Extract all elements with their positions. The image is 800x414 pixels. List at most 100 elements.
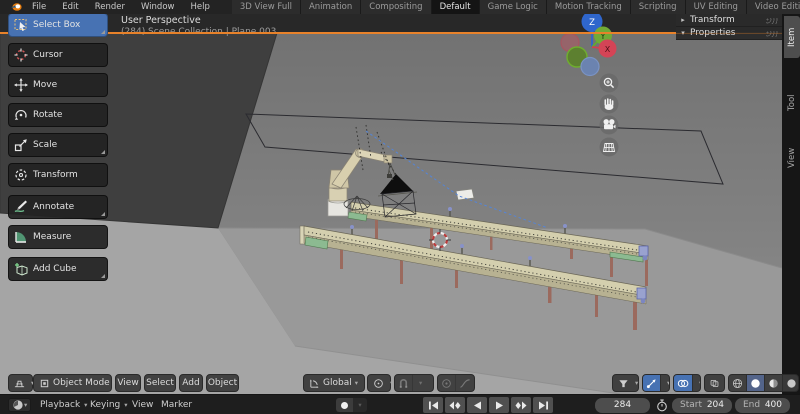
tool-annotate[interactable]: Annotate [8, 195, 108, 219]
proportional-editing-controls[interactable] [437, 374, 475, 392]
previous-keyframe-button[interactable] [445, 397, 465, 413]
pan-button[interactable] [600, 95, 619, 114]
workspace-tabs: 3D View Full Animation Compositing Defau… [232, 0, 800, 14]
ortho-toggle-button[interactable] [600, 138, 619, 157]
sidebar-panel: ▸ Transform ▾ Properties [676, 14, 782, 40]
current-frame-field[interactable]: 284 [595, 398, 650, 413]
tab-animation[interactable]: Animation [301, 0, 361, 14]
panel-transform[interactable]: ▸ Transform [676, 14, 782, 27]
jump-to-start-button[interactable] [423, 397, 443, 413]
view-perspective-label: User Perspective [121, 15, 201, 26]
tool-move[interactable]: Move [8, 73, 108, 97]
gizmo-dropdown[interactable]: ▾ [660, 374, 670, 392]
editor-type-button[interactable]: ▾ [8, 374, 33, 392]
transform-orientation-selector[interactable]: Global ▾ [303, 374, 365, 392]
shading-wireframe-button[interactable] [729, 374, 746, 392]
use-preview-range-toggle[interactable] [656, 398, 668, 412]
next-keyframe-button[interactable] [511, 397, 531, 413]
zoom-button[interactable] [600, 74, 619, 93]
auto-keying-toggle[interactable] [336, 398, 353, 412]
frame-start-field[interactable]: Start 204 [672, 398, 732, 413]
snap-target-dropdown[interactable]: ▾ [412, 374, 425, 392]
show-gizmo-toggle[interactable] [643, 374, 660, 392]
proportional-falloff-icon[interactable] [455, 374, 474, 392]
menu-render[interactable]: Render [95, 2, 125, 12]
select-menu[interactable]: Select [144, 374, 176, 392]
tool-label: Select Box [33, 20, 80, 30]
sidebar-tab-item[interactable]: Item [784, 16, 800, 58]
overlays-icon [677, 378, 689, 389]
tool-cursor[interactable]: Cursor [8, 43, 108, 67]
tool-transform[interactable]: Transform [8, 163, 108, 187]
add-menu[interactable]: Add [179, 374, 203, 392]
tab-uv-editing[interactable]: UV Editing [686, 0, 747, 14]
object-mode-icon [39, 378, 50, 389]
end-label: End [743, 400, 760, 410]
playback-menu[interactable]: Playback ▾ [40, 398, 87, 412]
sidebar-tab-tool[interactable]: Tool [784, 84, 800, 122]
tab-video-editing[interactable]: Video Editing [747, 0, 800, 14]
scale-icon [9, 138, 33, 152]
orientation-label: Global [323, 378, 352, 388]
tab-scripting[interactable]: Scripting [631, 0, 686, 14]
gizmo-icon [646, 378, 657, 389]
camera-view-button[interactable] [600, 116, 619, 135]
tool-measure[interactable]: Measure [8, 225, 108, 249]
tab-default[interactable]: Default [432, 0, 480, 14]
menu-help[interactable]: Help [190, 2, 209, 12]
object-visibility-selector[interactable]: ▾ [612, 374, 639, 392]
annotate-icon [9, 200, 33, 214]
menu-edit[interactable]: Edit [62, 2, 78, 12]
chevron-down-icon: ▾ [635, 380, 638, 387]
tab-motion-tracking[interactable]: Motion Tracking [547, 0, 631, 14]
tool-add-cube[interactable]: Add Cube [8, 257, 108, 281]
timeline: ▾ Playback ▾ Keying ▾ View Marker ▾ [0, 394, 800, 414]
tab-compositing[interactable]: Compositing [361, 0, 431, 14]
timeline-view-menu[interactable]: View [132, 398, 153, 412]
play-reverse-button[interactable] [467, 397, 487, 413]
tab-game-logic[interactable]: Game Logic [480, 0, 547, 14]
timeline-editor-type-button[interactable]: ▾ [8, 398, 31, 412]
blender-window: { "topbar": { "menus": ["File", "Edit", … [0, 0, 800, 414]
marker-menu[interactable]: Marker [161, 398, 192, 412]
menu-window[interactable]: Window [141, 2, 175, 12]
axis-z-neg-ball[interactable] [581, 58, 599, 76]
mode-selector[interactable]: Object Mode ▾ [33, 374, 112, 392]
tab-3d-view-full[interactable]: 3D View Full [232, 0, 301, 14]
tool-select-box[interactable]: Select Box [8, 13, 108, 37]
blender-logo-icon[interactable] [10, 2, 22, 12]
menu-file[interactable]: File [32, 2, 46, 12]
overlays-dropdown[interactable]: ▾ [692, 374, 701, 392]
clock-icon [12, 399, 24, 411]
auto-keying-dropdown[interactable]: ▾ [353, 398, 367, 412]
shading-solid-button[interactable] [746, 374, 764, 392]
sidebar-tab-view[interactable]: View [784, 136, 800, 180]
view-menu[interactable]: View [115, 374, 141, 392]
object-menu[interactable]: Object [206, 374, 239, 392]
jump-to-end-button[interactable] [533, 397, 553, 413]
play-button[interactable] [489, 397, 509, 413]
snapping-controls[interactable]: ▾ [394, 374, 434, 392]
pivot-point-selector[interactable]: ▾ [367, 374, 391, 392]
cursor-tool-icon [9, 48, 33, 62]
tool-scale[interactable]: Scale [8, 133, 108, 157]
chevron-down-icon: ▾ [355, 380, 358, 387]
next-keyframe-icon [515, 401, 527, 410]
visibility-funnel-icon [618, 378, 629, 389]
tool-rotate[interactable]: Rotate [8, 103, 108, 127]
xray-toggle[interactable] [704, 374, 725, 392]
accent-line-overlay [676, 33, 782, 34]
overlay-controls: ▾ [673, 374, 701, 392]
shading-rendered-button[interactable] [782, 374, 799, 392]
material-preview-icon [768, 378, 779, 389]
keying-menu[interactable]: Keying ▾ [90, 398, 128, 412]
show-overlays-toggle[interactable] [674, 374, 692, 392]
start-frame-value: 204 [707, 400, 724, 410]
shading-material-button[interactable] [764, 374, 782, 392]
select-menu-label: Select [146, 378, 174, 388]
drag-handle-icon[interactable] [766, 18, 778, 24]
viewport-3d[interactable]: Z Y X [0, 14, 800, 394]
frame-end-field[interactable]: End 400 [735, 398, 790, 413]
snap-magnet-icon[interactable] [395, 374, 412, 392]
proportional-editing-icon[interactable] [438, 374, 455, 392]
